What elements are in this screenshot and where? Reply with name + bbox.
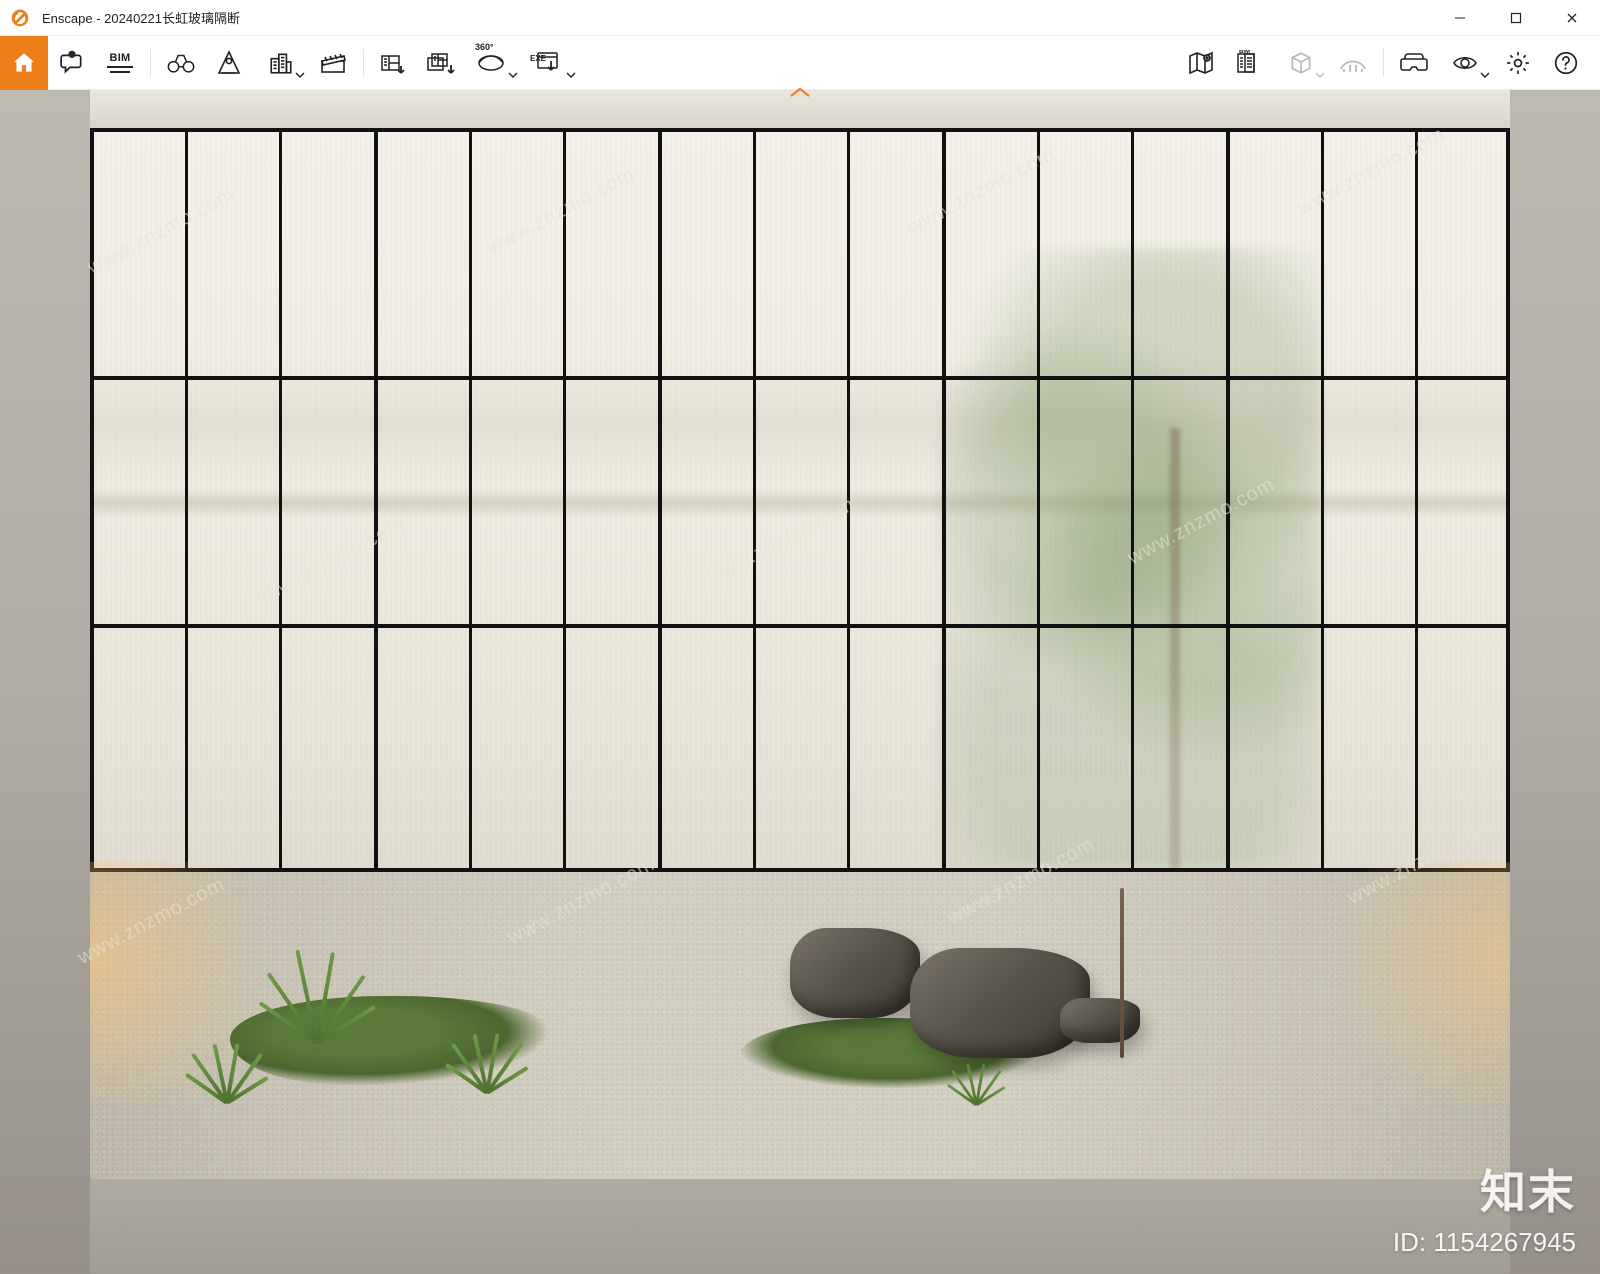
fern-plant [150, 968, 300, 1118]
speech-button[interactable] [48, 36, 96, 90]
scene-floor-foreground [90, 1179, 1510, 1274]
sapling-trunk [1120, 888, 1124, 1058]
scene-opening [90, 128, 1510, 1274]
app-name: Enscape [42, 11, 93, 26]
window-title: Enscape - 20240221长虹玻璃隔断 [42, 8, 240, 27]
exe-label: EXE [530, 54, 546, 63]
bim-underline [107, 66, 133, 68]
toolbar-separator [363, 49, 364, 77]
enscape-logo-icon [6, 4, 34, 32]
partition-vline-minor [469, 128, 472, 872]
home-button[interactable] [0, 36, 48, 90]
scene-wall-left [0, 90, 90, 1274]
bim-info-button[interactable]: BIM [1225, 36, 1273, 90]
chevron-down-icon [295, 70, 305, 80]
partition-vline-minor [279, 128, 282, 872]
warm-glow-right [1250, 862, 1510, 1102]
minimize-button[interactable] [1432, 0, 1488, 36]
titlebar: Enscape - 20240221长虹玻璃隔断 [0, 0, 1600, 36]
vr-button[interactable] [1390, 36, 1438, 90]
rock [790, 928, 920, 1018]
glass-partition [90, 128, 1510, 872]
chevron-down-icon [508, 70, 518, 80]
partition-vline-major [374, 128, 378, 872]
document-title: 20240221长虹玻璃隔断 [104, 11, 240, 26]
maximize-button[interactable] [1488, 0, 1544, 36]
close-button[interactable] [1544, 0, 1600, 36]
partition-hline [90, 624, 1510, 628]
manage-views-button[interactable] [253, 36, 309, 90]
render-viewport[interactable]: www.znzmo.com www.znzmo.com www.znzmo.co… [0, 90, 1600, 1274]
chevron-down-icon [1315, 70, 1325, 80]
watermark-brand: 知末 [1480, 1156, 1576, 1222]
partition-vline-minor [185, 128, 188, 872]
partition-vline-minor [1415, 128, 1418, 872]
partition-hline [90, 376, 1510, 380]
window-controls [1432, 0, 1600, 36]
viewcube-button[interactable] [1273, 36, 1329, 90]
partition-vline-minor [1131, 128, 1134, 872]
toolbar-separator [1383, 49, 1384, 77]
bim-underline2 [110, 71, 130, 73]
partition-vline-minor [1321, 128, 1324, 872]
batch-export-button[interactable] [418, 36, 466, 90]
toolbar-left: BIM [0, 36, 578, 89]
bim-mode-button[interactable]: BIM [96, 36, 144, 90]
settings-button[interactable] [1494, 36, 1542, 90]
partition-outer-frame [90, 128, 1510, 872]
partition-vline-minor [753, 128, 756, 872]
watermark-id: ID: 1154267945 [1393, 1227, 1576, 1258]
toolbar-separator [150, 49, 151, 77]
help-button[interactable] [1542, 36, 1590, 90]
visual-settings-button[interactable] [1438, 36, 1494, 90]
scene-wall-right [1510, 90, 1600, 1274]
toolbar: BIM [0, 36, 1600, 90]
headlight-button[interactable] [205, 36, 253, 90]
chevron-down-icon [1480, 70, 1490, 80]
partition-vline-major [942, 128, 946, 872]
toolbar-right: BIM [1177, 36, 1600, 89]
collapse-toolbar-caret[interactable] [789, 86, 811, 104]
fern-plant [410, 958, 560, 1108]
partition-vline-major [658, 128, 662, 872]
video-editor-button[interactable] [309, 36, 357, 90]
panorama-button[interactable]: 360° [466, 36, 522, 90]
partition-vline-minor [1037, 128, 1040, 872]
rock [910, 948, 1090, 1058]
minimap-button[interactable] [1177, 36, 1225, 90]
chevron-down-icon [566, 70, 576, 80]
export-image-button[interactable] [370, 36, 418, 90]
bim-label: BIM [109, 52, 130, 64]
svg-text:BIM: BIM [1239, 50, 1250, 55]
rock [1060, 998, 1140, 1043]
panorama-label: 360° [474, 42, 495, 52]
partition-vline-minor [563, 128, 566, 872]
export-exe-button[interactable]: EXE [522, 36, 578, 90]
title-separator: - [93, 11, 105, 26]
binoculars-button[interactable] [157, 36, 205, 90]
walkmode-button[interactable] [1329, 36, 1377, 90]
